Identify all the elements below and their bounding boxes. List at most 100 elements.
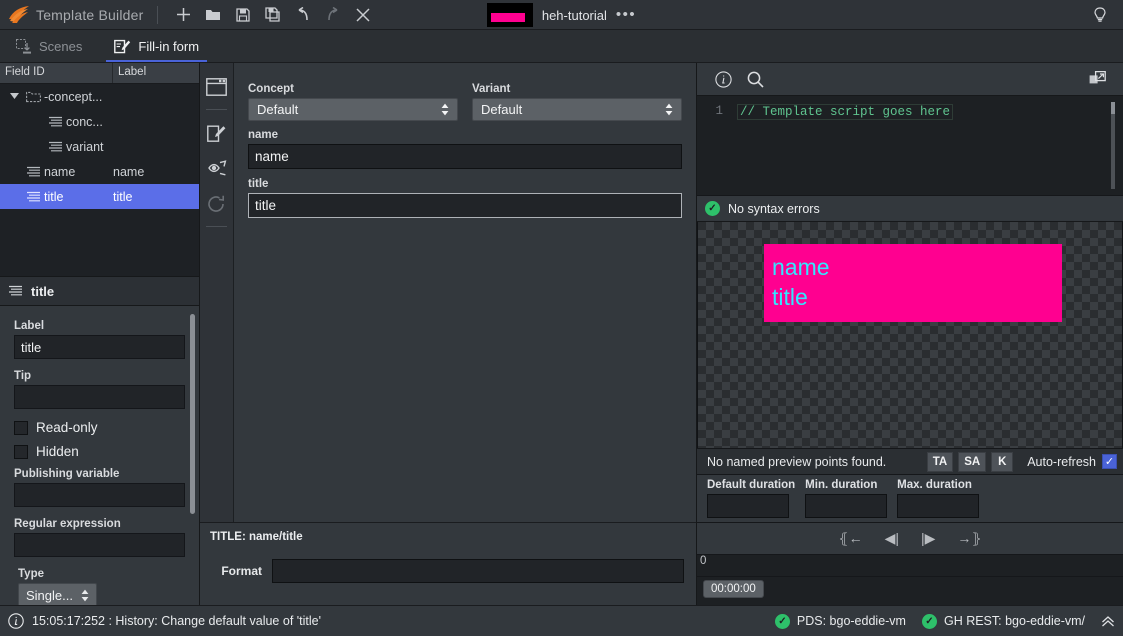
properties-panel: Label title Tip Read-only Hidden Publish… — [0, 306, 199, 605]
publishing-variable-input[interactable] — [14, 483, 185, 507]
min-duration-caption: Min. duration — [805, 479, 878, 491]
redo-button[interactable] — [318, 2, 348, 28]
refresh-icon[interactable] — [200, 186, 233, 222]
editor-scrollbar[interactable] — [1111, 102, 1115, 189]
fill-in-form: Concept Default Variant Default name nam… — [234, 63, 696, 522]
tree-item-id: name — [44, 164, 76, 179]
readonly-checkbox[interactable] — [14, 420, 28, 435]
preview-graphic-line2: title — [772, 284, 808, 310]
open-button[interactable] — [198, 2, 228, 28]
table-row[interactable]: title title — [0, 184, 199, 209]
tree-header: Field ID Label — [0, 63, 199, 84]
pds-status[interactable]: ✓ PDS: bgo-eddie-vm — [774, 613, 906, 629]
table-row[interactable]: -concept... — [0, 84, 199, 109]
tab-scenes-label: Scenes — [39, 38, 83, 54]
tab-scenes[interactable]: Scenes — [0, 30, 98, 62]
type-select[interactable]: Single... — [18, 583, 97, 605]
info-icon[interactable] — [707, 70, 739, 88]
folder-icon — [22, 91, 44, 103]
close-button[interactable] — [348, 2, 378, 28]
jump-to-end-button[interactable]: →⦄ — [957, 530, 981, 547]
titlebar-right-tools — [1085, 0, 1115, 30]
properties-scrollbar[interactable] — [190, 314, 195, 514]
table-row[interactable]: variant — [0, 134, 199, 159]
max-duration-input[interactable] — [897, 494, 980, 518]
tab-fill-in-form-label: Fill-in form — [138, 38, 200, 54]
timecode-marker[interactable]: 00:00:00 — [703, 580, 764, 598]
regular-expression-input[interactable] — [14, 533, 185, 557]
min-duration-input[interactable] — [805, 494, 888, 518]
properties-header: title — [0, 276, 199, 306]
name-input[interactable]: name — [248, 144, 682, 169]
popout-window-icon[interactable] — [1081, 71, 1113, 87]
format-input[interactable] — [272, 559, 684, 583]
tip-input[interactable] — [14, 385, 185, 409]
tree-column-field-id[interactable]: Field ID — [0, 63, 113, 83]
label-input[interactable]: title — [14, 335, 185, 359]
tree-item-id: title — [44, 189, 64, 204]
timeline-ruler[interactable]: 0 — [697, 555, 1123, 577]
tree-column-label[interactable]: Label — [113, 63, 199, 83]
chevron-down-icon[interactable] — [6, 93, 22, 100]
code-area[interactable]: // Template script goes here — [731, 96, 1123, 195]
edit-icon[interactable] — [200, 114, 233, 150]
ta-button[interactable]: TA — [926, 451, 954, 472]
search-icon[interactable] — [739, 71, 771, 88]
scrollbar-thumb[interactable] — [1111, 102, 1115, 114]
tree-item-id: conc... — [66, 114, 103, 129]
preview-canvas[interactable]: name title — [697, 222, 1123, 448]
format-panel-title: TITLE: name/title — [210, 531, 303, 543]
auto-refresh-checkbox[interactable]: ✓ — [1102, 454, 1117, 469]
hidden-checkbox[interactable] — [14, 444, 28, 459]
field-tree[interactable]: -concept... conc... variant name name ti… — [0, 84, 199, 276]
readonly-checkbox-row[interactable]: Read-only — [14, 420, 185, 435]
chevron-up-icon[interactable] — [1101, 615, 1115, 628]
code-line: // Template script goes here — [737, 104, 954, 120]
step-forward-button[interactable]: |▶ — [921, 530, 935, 547]
step-back-button[interactable]: ◀| — [885, 530, 899, 547]
variant-caption: Variant — [472, 83, 511, 95]
k-button[interactable]: K — [991, 451, 1014, 472]
tip-caption: Tip — [14, 370, 32, 382]
center-panel: Concept Default Variant Default name nam… — [200, 63, 697, 605]
thumbnail-graphic — [490, 13, 525, 22]
title-input[interactable]: title — [248, 193, 682, 218]
jump-to-start-button[interactable]: ⦃← — [838, 530, 862, 547]
default-duration-input[interactable] — [707, 494, 789, 518]
status-connections: ✓ PDS: bgo-eddie-vm ✓ GH REST: bgo-eddie… — [774, 613, 1115, 629]
concept-variant-row: Concept Default Variant Default — [248, 83, 682, 121]
save-as-button[interactable] — [258, 2, 288, 28]
script-editor[interactable]: 1 // Template script goes here — [697, 96, 1123, 196]
app-title: Template Builder — [36, 6, 144, 23]
tree-item-label: title — [113, 189, 133, 204]
concept-select-value: Default — [257, 102, 299, 117]
save-button[interactable] — [228, 2, 258, 28]
document-more-button[interactable]: ••• — [616, 7, 636, 22]
field-icon — [44, 141, 66, 153]
type-caption: Type — [18, 568, 44, 580]
preview-eye-icon[interactable] — [200, 150, 233, 186]
undo-button[interactable] — [288, 2, 318, 28]
tab-fill-in-form[interactable]: Fill-in form — [98, 30, 215, 62]
sa-button[interactable]: SA — [958, 451, 987, 472]
page-icon[interactable] — [200, 69, 233, 105]
concept-select[interactable]: Default — [248, 98, 458, 121]
variant-select[interactable]: Default — [472, 98, 682, 121]
fill-in-form-icon — [114, 38, 131, 54]
feather-logo-icon — [6, 4, 32, 26]
table-row[interactable]: conc... — [0, 109, 199, 134]
chevron-updown-icon — [81, 589, 89, 602]
gh-rest-status[interactable]: ✓ GH REST: bgo-eddie-vm/ — [921, 613, 1085, 629]
tree-item-id: -concept... — [44, 89, 103, 104]
new-button[interactable] — [168, 2, 198, 28]
concept-field: Concept Default — [248, 83, 458, 121]
preview-points-text: No named preview points found. — [707, 454, 887, 469]
line-number: 1 — [715, 104, 723, 118]
editor-toolbar — [697, 63, 1123, 96]
timeline-track[interactable]: 00:00:00 — [697, 577, 1123, 605]
hidden-checkbox-row[interactable]: Hidden — [14, 444, 185, 459]
field-icon — [44, 116, 66, 128]
table-row[interactable]: name name — [0, 159, 199, 184]
left-panel: Field ID Label -concept... conc... varia… — [0, 63, 200, 605]
lightbulb-icon[interactable] — [1085, 2, 1115, 28]
